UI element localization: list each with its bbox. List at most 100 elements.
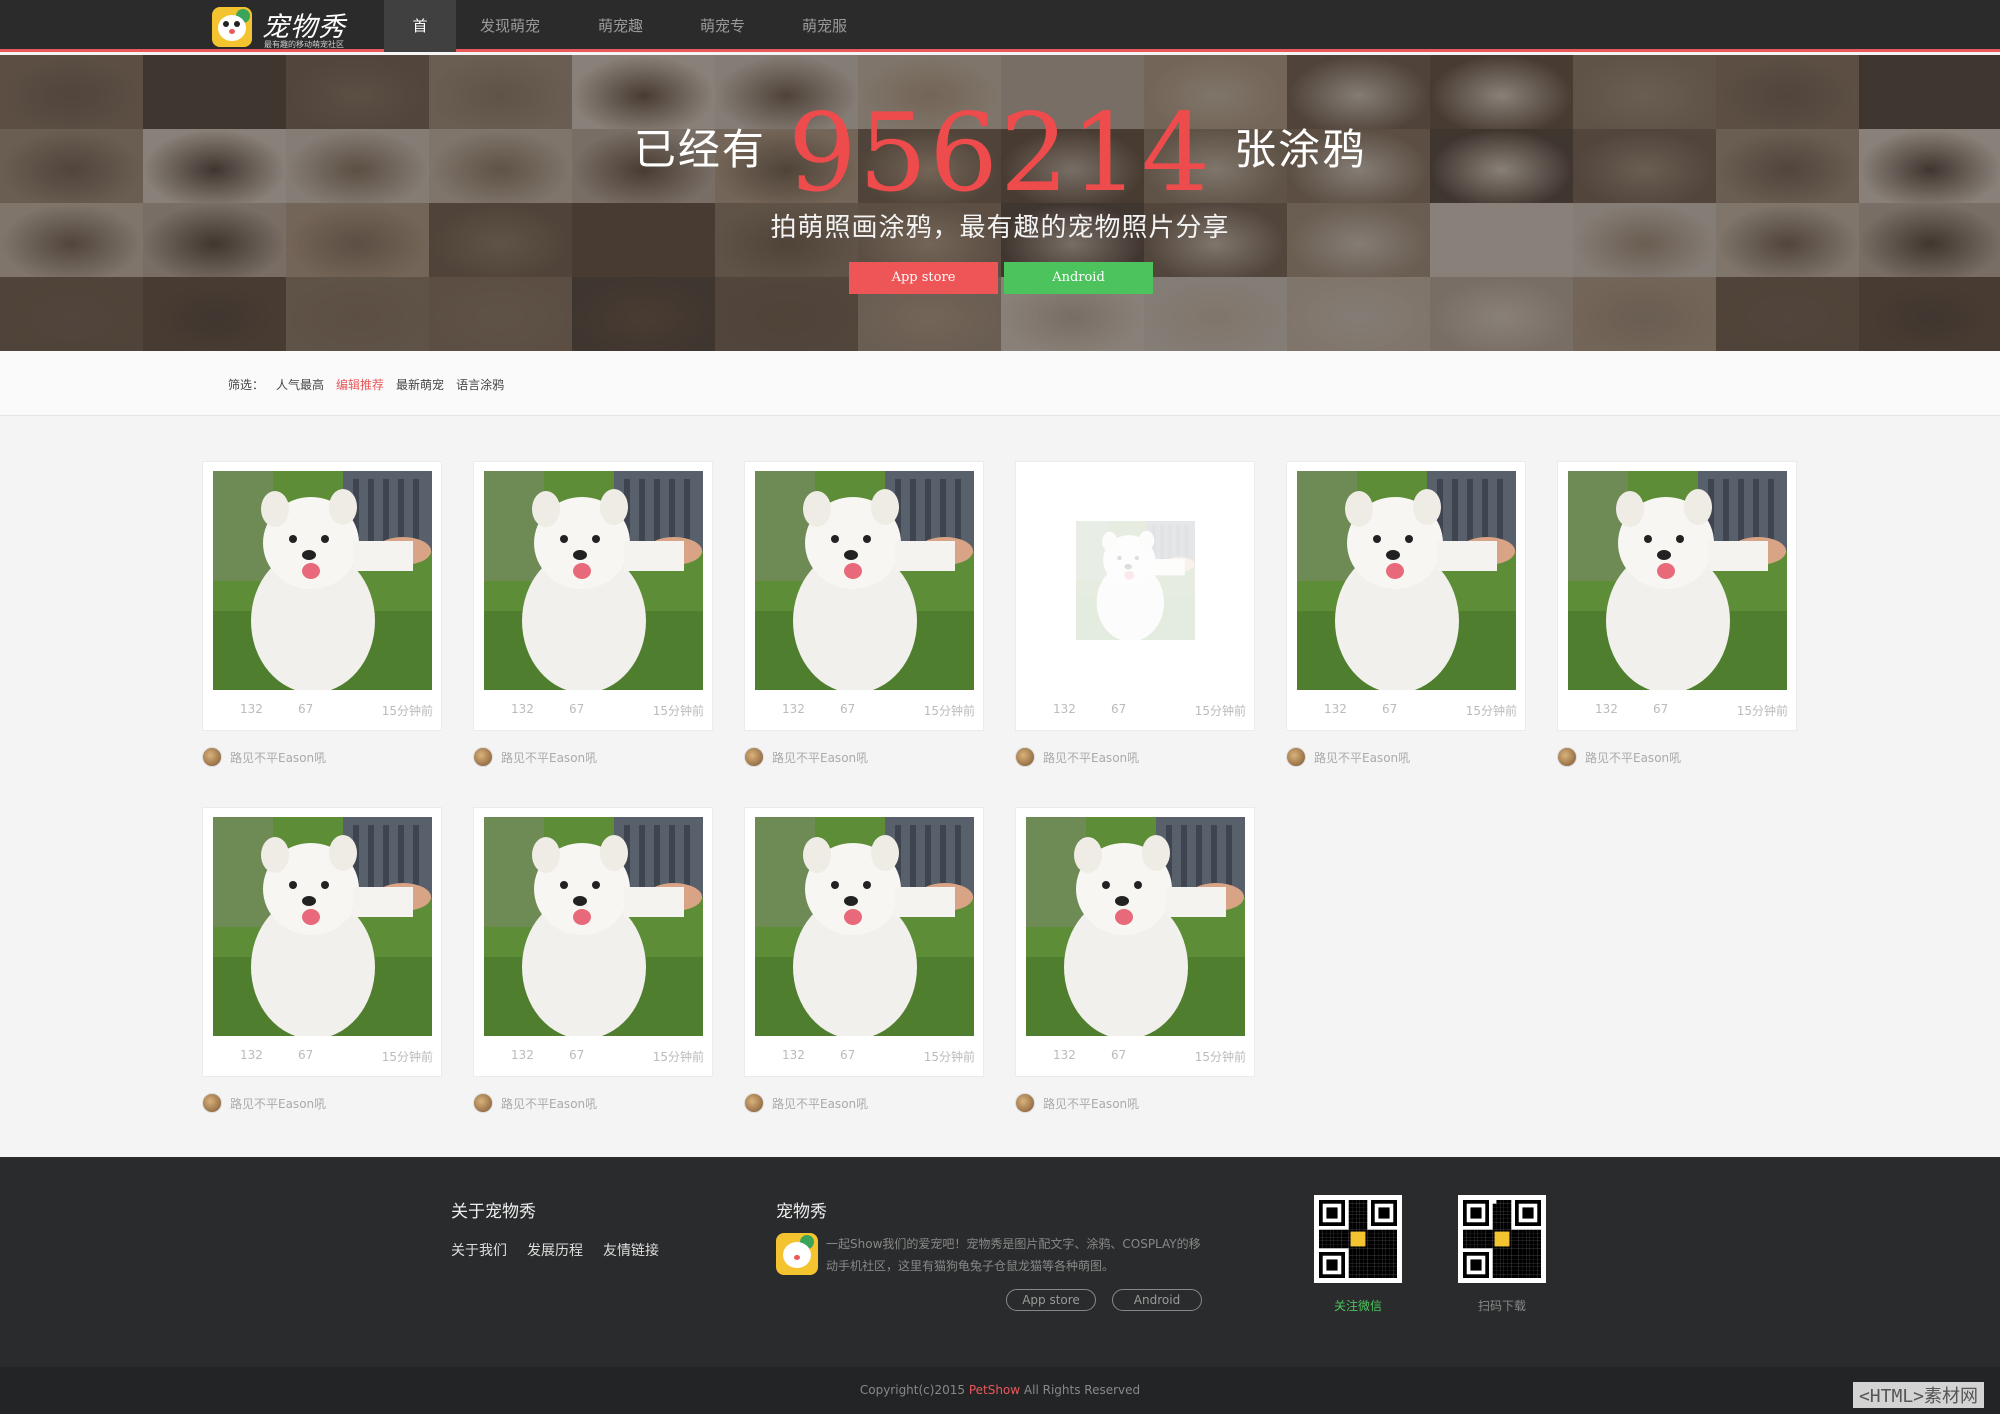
hero-tagline: 拍萌照画涂鸦，最有趣的宠物照片分享 [770, 213, 1230, 243]
photo-card[interactable]: 132 67 15分钟前 路见不平Eason吼 [1015, 807, 1255, 1113]
author-name[interactable]: 路见不平Eason吼 [501, 1095, 597, 1112]
app-store-button[interactable]: App store [849, 262, 998, 294]
comment-count: 67 [298, 1048, 314, 1062]
post-time: 15分钟前 [381, 704, 433, 718]
author-name[interactable]: 路见不平Eason吼 [772, 749, 868, 766]
photo-author[interactable]: 路见不平Eason吼 [202, 1093, 326, 1113]
post-time: 15分钟前 [652, 704, 704, 718]
avatar[interactable] [473, 1093, 493, 1113]
pet-photo[interactable] [484, 471, 703, 690]
photo-card[interactable]: 132 67 15分钟前 路见不平Eason吼 [1015, 461, 1255, 767]
filter-editor-picks[interactable]: 编辑推荐 [336, 376, 384, 393]
hero-download-buttons: App store Android [849, 262, 1153, 294]
photo-card[interactable]: 132 67 15分钟前 路见不平Eason吼 [473, 461, 713, 767]
nav-item-services[interactable]: 萌宠服务 [778, 0, 880, 87]
photo-author[interactable]: 路见不平Eason吼 [1015, 1093, 1139, 1113]
author-name[interactable]: 路见不平Eason吼 [1314, 749, 1410, 766]
photo-author[interactable]: 路见不平Eason吼 [744, 1093, 868, 1113]
pet-photo[interactable] [213, 471, 432, 690]
avatar[interactable] [1557, 747, 1577, 767]
photo-card[interactable]: 132 67 15分钟前 路见不平Eason吼 [744, 461, 984, 767]
photo-author[interactable]: 路见不平Eason吼 [744, 747, 868, 767]
like-count: 132 [511, 1048, 534, 1062]
photo-card-frame: 132 67 15分钟前 [744, 807, 984, 1077]
photo-card[interactable]: 132 67 15分钟前 路见不平Eason吼 [202, 807, 442, 1113]
avatar[interactable] [202, 747, 222, 767]
photo-author[interactable]: 路见不平Eason吼 [1015, 747, 1139, 767]
avatar[interactable] [1286, 747, 1306, 767]
photo-card-frame: 132 67 15分钟前 [1557, 461, 1797, 731]
comment-count: 67 [840, 702, 856, 716]
author-name[interactable]: 路见不平Eason吼 [501, 749, 597, 766]
like-count: 132 [1324, 702, 1347, 716]
comment-count: 67 [1382, 702, 1398, 716]
pet-photo[interactable] [1568, 471, 1787, 690]
wechat-qr-label[interactable]: 关注微信 [1314, 1297, 1402, 1314]
author-name[interactable]: 路见不平Eason吼 [1585, 749, 1681, 766]
author-name[interactable]: 路见不平Eason吼 [1043, 1095, 1139, 1112]
comment-count: 67 [298, 702, 314, 716]
author-name[interactable]: 路见不平Eason吼 [230, 1095, 326, 1112]
filter-voice-doodle[interactable]: 语言涂鸦 [456, 376, 504, 393]
filter-label: 筛选： [228, 378, 265, 392]
author-name[interactable]: 路见不平Eason吼 [772, 1095, 868, 1112]
photo-author[interactable]: 路见不平Eason吼 [473, 1093, 597, 1113]
author-name[interactable]: 路见不平Eason吼 [230, 749, 326, 766]
filter-newest[interactable]: 最新萌宠 [396, 376, 444, 393]
footer-android-button[interactable]: Android [1112, 1289, 1202, 1311]
nav-item-home[interactable]: 首页 [384, 0, 456, 87]
pet-photo[interactable] [1297, 471, 1516, 690]
nav-menu: 首页 发现萌宠 萌宠趣闻 萌宠专题 萌宠服务 [384, 0, 880, 87]
pet-photo[interactable] [1026, 817, 1245, 1036]
footer-link-friends[interactable]: 友情链接 [603, 1240, 659, 1260]
pet-photo[interactable] [755, 471, 974, 690]
footer-app-store-button[interactable]: App store [1006, 1289, 1096, 1311]
avatar[interactable] [744, 747, 764, 767]
photo-card-frame: 132 67 15分钟前 [202, 807, 442, 1077]
like-count: 132 [240, 702, 263, 716]
like-count: 132 [1053, 1048, 1076, 1062]
footer-link-about-us[interactable]: 关于我们 [451, 1240, 507, 1260]
nav-item-news[interactable]: 萌宠趣闻 [574, 0, 676, 87]
photo-author[interactable]: 路见不平Eason吼 [1286, 747, 1410, 767]
avatar[interactable] [744, 1093, 764, 1113]
photo-author[interactable]: 路见不平Eason吼 [473, 747, 597, 767]
pet-photo[interactable] [755, 817, 974, 1036]
android-button[interactable]: Android [1004, 262, 1153, 294]
download-qr-label[interactable]: 扫码下载 [1458, 1297, 1546, 1314]
photo-author[interactable]: 路见不平Eason吼 [202, 747, 326, 767]
avatar[interactable] [1015, 1093, 1035, 1113]
avatar[interactable] [1015, 747, 1035, 767]
avatar[interactable] [202, 1093, 222, 1113]
pet-photo[interactable] [484, 817, 703, 1036]
like-count: 132 [511, 702, 534, 716]
pet-photo[interactable] [1076, 521, 1195, 640]
photo-card[interactable]: 132 67 15分钟前 路见不平Eason吼 [473, 807, 713, 1113]
nav-item-discover[interactable]: 发现萌宠 [456, 0, 574, 52]
photo-card-frame: 132 67 15分钟前 [1015, 461, 1255, 731]
hero-headline: 已经有 956214 张涂鸦 [0, 91, 2000, 216]
comment-count: 67 [840, 1048, 856, 1062]
photo-card[interactable]: 132 67 15分钟前 路见不平Eason吼 [202, 461, 442, 767]
avatar[interactable] [473, 747, 493, 767]
filter-popular[interactable]: 人气最高 [276, 376, 324, 393]
photo-card[interactable]: 132 67 15分钟前 路见不平Eason吼 [744, 807, 984, 1113]
footer-about-title: 关于宠物秀 [451, 1202, 536, 1222]
pet-photo[interactable] [213, 817, 432, 1036]
filter-bar: 筛选： 人气最高 编辑推荐 最新萌宠 语言涂鸦 [0, 351, 2000, 416]
photo-card[interactable]: 132 67 15分钟前 路见不平Eason吼 [1557, 461, 1797, 767]
download-qr-code [1458, 1195, 1546, 1283]
hero-suffix: 张涂鸦 [1234, 125, 1367, 174]
copyright-prefix: Copyright(c)2015 [859, 1383, 969, 1397]
copyright-brand[interactable]: PetShow [969, 1383, 1020, 1397]
site-logo[interactable]: 宠物秀 最有趣的移动萌宠社区 [212, 5, 352, 49]
post-time: 15分钟前 [1736, 704, 1788, 718]
photo-author[interactable]: 路见不平Eason吼 [1557, 747, 1681, 767]
footer-link-history[interactable]: 发展历程 [527, 1240, 583, 1260]
footer-logo-icon [776, 1233, 818, 1275]
copyright-bar: Copyright(c)2015 PetShow All Rights Rese… [0, 1367, 2000, 1414]
photo-card[interactable]: 132 67 15分钟前 路见不平Eason吼 [1286, 461, 1526, 767]
footer-pet-description: 一起Show我们的爱宠吧！宠物秀是图片配文字、涂鸦、COSPLAY的移动手机社区… [826, 1237, 1201, 1273]
author-name[interactable]: 路见不平Eason吼 [1043, 749, 1139, 766]
nav-item-topics[interactable]: 萌宠专题 [676, 0, 778, 87]
